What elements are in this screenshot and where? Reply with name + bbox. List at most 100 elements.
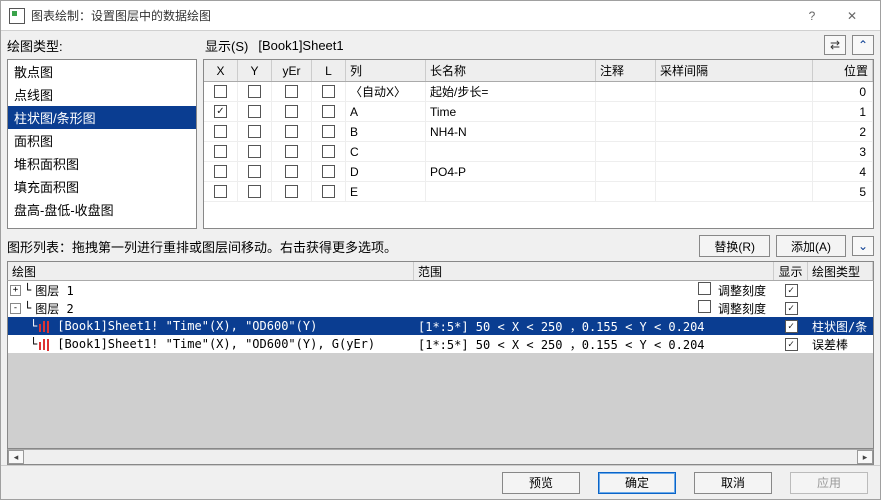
checkbox[interactable]	[285, 145, 298, 158]
apply-button[interactable]: 应用	[790, 472, 868, 494]
checkbox[interactable]	[785, 338, 798, 351]
bh-plot[interactable]: 绘图	[8, 262, 414, 280]
checkbox[interactable]	[785, 302, 798, 315]
grid-row[interactable]: DPO4-P4	[204, 162, 873, 182]
grid-row[interactable]: E5	[204, 182, 873, 202]
checkbox[interactable]	[248, 185, 261, 198]
checkbox[interactable]	[322, 85, 335, 98]
plot-type-list[interactable]: 散点图点线图柱状图/条形图面积图堆积面积图填充面积图盘高-盘低-收盘图	[7, 59, 197, 229]
bh-range[interactable]: 范围	[414, 262, 774, 280]
checkbox[interactable]	[285, 125, 298, 138]
grid-row[interactable]: BNH4-N2	[204, 122, 873, 142]
plot-icon	[39, 320, 53, 332]
plot-icon	[39, 338, 53, 350]
plot-type-item[interactable]: 点线图	[8, 83, 196, 106]
bottom-list[interactable]: +└图层 1 调整刻度-└图层 2 调整刻度└ [Book1]Sheet1! "…	[7, 281, 874, 449]
checkbox[interactable]	[214, 85, 227, 98]
checkbox[interactable]	[698, 300, 711, 313]
cell-ann	[596, 162, 656, 181]
layer-row[interactable]: +└图层 1 调整刻度	[8, 281, 873, 299]
layer-label: 图层 2	[35, 300, 73, 317]
checkbox[interactable]	[248, 105, 261, 118]
plot-row[interactable]: └ [Book1]Sheet1! "Time"(X), "OD600"(Y), …	[8, 335, 873, 353]
checkbox[interactable]	[698, 282, 711, 295]
help-button[interactable]: ?	[792, 1, 832, 31]
plot-type-item[interactable]: 面积图	[8, 129, 196, 152]
plot-type-item[interactable]: 散点图	[8, 60, 196, 83]
tree-toggle[interactable]: -	[10, 303, 21, 314]
checkbox[interactable]	[285, 165, 298, 178]
grid-row[interactable]: 〈自动X〉起始/步长=0	[204, 82, 873, 102]
checkbox[interactable]	[214, 165, 227, 178]
show-label[interactable]: 显示(S)	[203, 36, 250, 55]
checkbox[interactable]	[248, 165, 261, 178]
checkbox[interactable]	[248, 145, 261, 158]
checkbox[interactable]	[322, 145, 335, 158]
col-pos[interactable]: 位置	[813, 60, 873, 81]
checkbox[interactable]	[322, 165, 335, 178]
add-button[interactable]: 添加(A)	[776, 235, 846, 257]
grid-row[interactable]: ATime1	[204, 102, 873, 122]
replace-button[interactable]: 替换(R)	[699, 235, 770, 257]
h-scrollbar[interactable]: ◂ ▸	[7, 449, 874, 465]
footer: 预览 确定 取消 应用	[1, 465, 880, 499]
grid-row[interactable]: C3	[204, 142, 873, 162]
bh-show[interactable]: 显示	[774, 262, 808, 280]
checkbox[interactable]	[285, 105, 298, 118]
plot-type-item[interactable]: 堆积面积图	[8, 152, 196, 175]
checkbox[interactable]	[322, 185, 335, 198]
checkbox[interactable]	[214, 105, 227, 118]
plot-text: [Book1]Sheet1! "Time"(X), "OD600"(Y), G(…	[57, 337, 375, 351]
ok-button[interactable]: 确定	[598, 472, 676, 494]
tree-toggle[interactable]: +	[10, 285, 21, 296]
col-ann[interactable]: 注释	[596, 60, 656, 81]
cell-ann	[596, 142, 656, 161]
cancel-button[interactable]: 取消	[694, 472, 772, 494]
col-yer[interactable]: yEr	[272, 60, 312, 81]
preview-button[interactable]: 预览	[502, 472, 580, 494]
plot-row[interactable]: └ [Book1]Sheet1! "Time"(X), "OD600"(Y)[1…	[8, 317, 873, 335]
col-long[interactable]: 长名称	[426, 60, 596, 81]
col-y[interactable]: Y	[238, 60, 272, 81]
bh-ptype[interactable]: 绘图类型	[808, 262, 873, 280]
plot-range: [1*:5*] 50 < X < 250 ，0.155 < Y < 0.204	[414, 336, 774, 353]
plot-type-item[interactable]: 柱状图/条形图	[8, 106, 196, 129]
checkbox[interactable]	[285, 85, 298, 98]
grid-body[interactable]: 〈自动X〉起始/步长=0ATime1BNH4-N2C3DPO4-P4E5	[204, 82, 873, 228]
col-name[interactable]: 列	[346, 60, 426, 81]
cell-ann	[596, 102, 656, 121]
swap-button[interactable]: ⇄	[824, 35, 846, 55]
cell-si	[656, 122, 813, 141]
checkbox[interactable]	[248, 85, 261, 98]
checkbox[interactable]	[285, 185, 298, 198]
checkbox[interactable]	[248, 125, 261, 138]
checkbox[interactable]	[214, 185, 227, 198]
cell-si	[656, 102, 813, 121]
col-si[interactable]: 采样间隔	[656, 60, 813, 81]
plot-type-item[interactable]: 盘高-盘低-收盘图	[8, 198, 196, 221]
checkbox[interactable]	[785, 284, 798, 297]
close-button[interactable]: ✕	[832, 1, 872, 31]
midbar-text: 图形列表：拖拽第一列进行重排或图层间移动。右击获得更多选项。	[7, 237, 693, 256]
checkbox[interactable]	[785, 320, 798, 333]
checkbox[interactable]	[322, 125, 335, 138]
plot-type-label: 绘图类型:	[7, 36, 197, 55]
adjust-label: 调整刻度	[718, 302, 766, 316]
scroll-right-icon[interactable]: ▸	[857, 450, 873, 464]
cell-col: D	[346, 162, 426, 181]
scroll-left-icon[interactable]: ◂	[8, 450, 24, 464]
dialog-window: 图表绘制：设置图层中的数据绘图 ? ✕ 绘图类型: 显示(S) [Book1]S…	[0, 0, 881, 500]
collapse-up-button[interactable]: ⌃	[852, 35, 874, 55]
cell-ann	[596, 182, 656, 201]
expand-down-button[interactable]: ⌄	[852, 236, 874, 256]
col-x[interactable]: X	[204, 60, 238, 81]
window-title: 图表绘制：设置图层中的数据绘图	[31, 7, 792, 24]
checkbox[interactable]	[214, 125, 227, 138]
cell-pos: 5	[813, 182, 873, 201]
cell-col: C	[346, 142, 426, 161]
layer-row[interactable]: -└图层 2 调整刻度	[8, 299, 873, 317]
col-l[interactable]: L	[312, 60, 346, 81]
checkbox[interactable]	[322, 105, 335, 118]
plot-type-item[interactable]: 填充面积图	[8, 175, 196, 198]
checkbox[interactable]	[214, 145, 227, 158]
